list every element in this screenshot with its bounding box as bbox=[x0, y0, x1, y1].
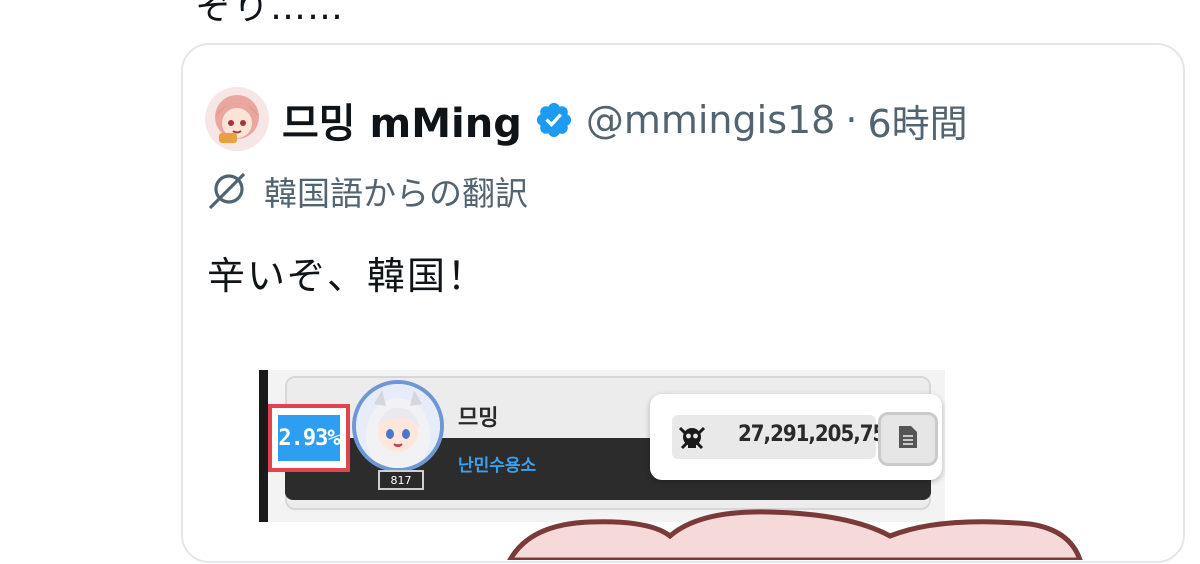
tweet-header: 므밍 mMing @mmingis18 · 6時間 bbox=[282, 90, 968, 150]
screenshot-left-edge bbox=[259, 370, 268, 522]
percent-badge: 2.93% bbox=[278, 415, 341, 461]
player-name: 므밍 bbox=[458, 406, 499, 431]
percent-highlight-box: 2.93% bbox=[268, 404, 350, 472]
translation-label: 韓国語からの翻訳 bbox=[264, 174, 528, 213]
verified-badge-icon[interactable] bbox=[534, 100, 574, 140]
details-button bbox=[878, 412, 938, 466]
previous-tweet-text-fragment: ぞり…… bbox=[196, 0, 345, 28]
character-portrait bbox=[352, 380, 444, 472]
timestamp[interactable]: 6時間 bbox=[867, 93, 967, 148]
score-value: 27,291,205,752 bbox=[738, 422, 899, 447]
user-avatar[interactable] bbox=[205, 87, 269, 151]
next-image-preview-edge bbox=[470, 500, 1090, 563]
display-name[interactable]: 므밍 mMing bbox=[282, 91, 522, 149]
translation-indicator[interactable]: 韓国語からの翻訳 bbox=[206, 166, 528, 216]
tweet-text: 辛いぞ、韓国！ bbox=[207, 254, 488, 298]
guild-name: 난민수용소 bbox=[458, 456, 537, 476]
separator-dot: · bbox=[845, 98, 858, 142]
user-handle[interactable]: @mmingis18 bbox=[586, 98, 836, 142]
translate-icon bbox=[206, 170, 248, 212]
skull-icon bbox=[676, 422, 708, 454]
level-badge: 817 bbox=[378, 470, 424, 490]
document-icon bbox=[897, 424, 919, 454]
